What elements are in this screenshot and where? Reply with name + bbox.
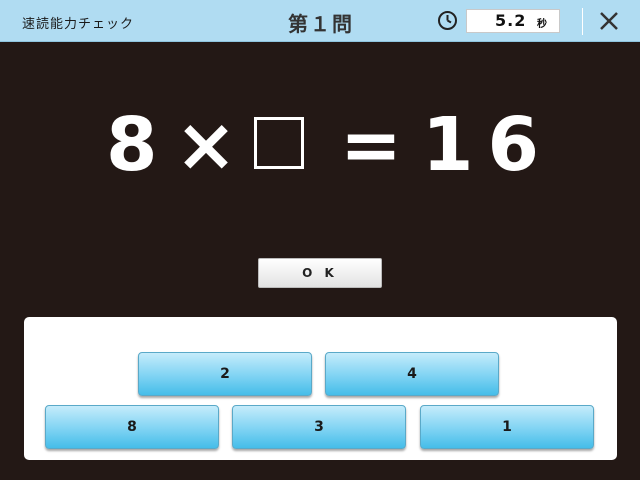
quiz-screen: 速読能力チェック 第１問 5.2 秒 8 × = 16 O K 2 4 8 3 … [0,0,640,480]
close-icon[interactable] [599,11,619,31]
equation-equals: = [340,102,403,188]
answer-button-2[interactable]: 2 [138,352,312,396]
timer-unit: 秒 [537,19,547,30]
answer-button-3[interactable]: 3 [232,405,406,449]
answer-button-1[interactable]: 1 [420,405,594,449]
header-divider [582,8,583,35]
header-bar: 速読能力チェック 第１問 5.2 秒 [0,0,640,42]
timer-display: 5.2 秒 [466,9,560,33]
answer-panel: 2 4 8 3 1 [24,317,617,460]
equation-operator: × [175,102,238,188]
equation-left-operand: 8 [106,102,158,188]
equation-blank-box [254,117,304,169]
ok-button[interactable]: O K [258,258,382,288]
question-number-title: 第１問 [288,12,354,36]
equation: 8 × = 16 [0,100,640,190]
answer-button-8[interactable]: 8 [45,405,219,449]
timer-value: 5.2 [495,11,527,30]
clock-icon [438,11,457,30]
equation-result: 16 [422,102,553,188]
app-title: 速読能力チェック [22,17,135,32]
answer-button-4[interactable]: 4 [325,352,499,396]
